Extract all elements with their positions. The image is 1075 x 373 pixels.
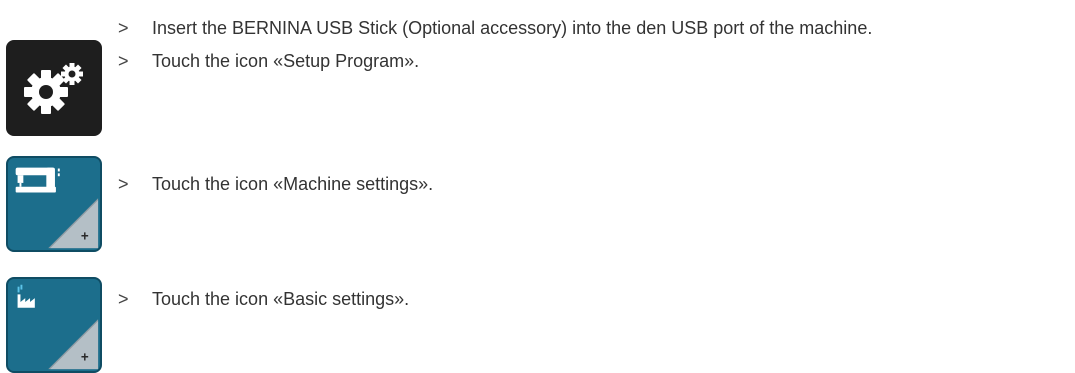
step-marker: > bbox=[118, 18, 129, 38]
step-insert-usb: > Insert the BERNINA USB Stick (Optional… bbox=[118, 17, 872, 39]
sewing-machine-icon: + bbox=[15, 167, 99, 249]
svg-text:+: + bbox=[81, 228, 89, 243]
step-touch-basic-settings: > Touch the icon «Basic settings». bbox=[118, 288, 409, 310]
basic-settings-icon[interactable]: + bbox=[6, 277, 102, 373]
step-text: Touch the icon «Basic settings». bbox=[152, 289, 410, 309]
factory-icon: + bbox=[17, 284, 99, 370]
step-marker: > bbox=[118, 289, 129, 309]
step-text: Insert the BERNINA USB Stick (Optional a… bbox=[152, 18, 873, 38]
step-touch-setup: > Touch the icon «Setup Program». bbox=[118, 50, 419, 72]
step-marker: > bbox=[118, 174, 129, 194]
step-text: Touch the icon «Setup Program». bbox=[152, 51, 420, 71]
step-touch-machine-settings: > Touch the icon «Machine settings». bbox=[118, 173, 433, 195]
gears-icon bbox=[24, 63, 83, 114]
svg-text:+: + bbox=[81, 349, 89, 364]
machine-settings-icon[interactable]: + bbox=[6, 156, 102, 252]
setup-program-icon[interactable] bbox=[6, 40, 102, 136]
step-text: Touch the icon «Machine settings». bbox=[152, 174, 434, 194]
step-marker: > bbox=[118, 51, 129, 71]
